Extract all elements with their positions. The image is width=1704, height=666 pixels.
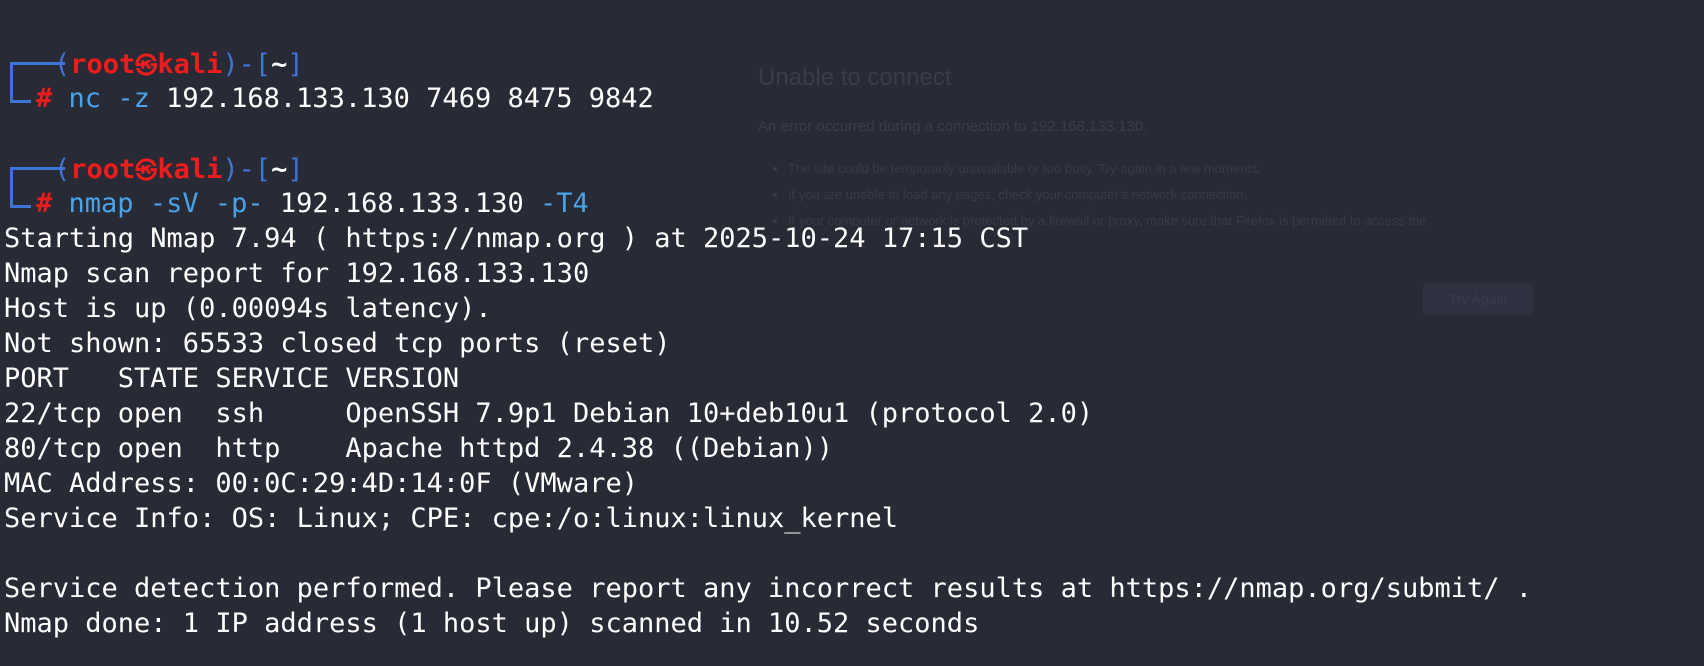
prompt-close: )-[ <box>222 49 272 80</box>
prompt-end: ] <box>287 154 304 185</box>
prompt-open-paren: ( <box>54 154 71 185</box>
command-flags: -sV -p- <box>149 188 264 219</box>
prompt-open-paren: ( <box>54 49 71 80</box>
output-line: PORT STATE SERVICE VERSION <box>4 363 460 394</box>
output-line: Starting Nmap 7.94 ( https://nmap.org ) … <box>4 223 1029 254</box>
ghost-bullet: If you are unable to load any pages, che… <box>788 182 1426 208</box>
output-line: 80/tcp open http Apache httpd 2.4.38 ((D… <box>4 433 834 464</box>
terminal-window[interactable]: Unable to connect An error occurred duri… <box>0 0 1704 666</box>
ghost-title: Unable to connect <box>758 64 952 91</box>
prompt-line-2: (root㉿kali)-[~] <box>54 152 304 187</box>
command-flags: -z <box>117 83 150 114</box>
command-tail-flag: -T4 <box>540 188 589 219</box>
prompt-host: kali <box>157 49 223 80</box>
output-line: Service Info: OS: Linux; CPE: cpe:/o:lin… <box>4 503 899 534</box>
output-line: Host is up (0.00094s latency). <box>4 293 492 324</box>
skull-icon: ㉿ <box>135 54 158 79</box>
prompt-dir: ~ <box>271 154 288 185</box>
prompt-user: root <box>70 154 136 185</box>
command-args: 192.168.133.130 <box>279 188 524 219</box>
output-line: Service detection performed. Please repo… <box>4 573 1533 604</box>
ghost-error-page: Unable to connect An error occurred duri… <box>758 60 1578 340</box>
prompt-corner-bottom <box>10 62 31 103</box>
prompt-close: )-[ <box>222 154 272 185</box>
prompt-end: ] <box>287 49 304 80</box>
ghost-try-again-button: Try Again <box>1423 283 1533 315</box>
prompt-corner-bottom <box>10 167 31 208</box>
prompt-line-1: (root㉿kali)-[~] <box>54 47 304 82</box>
skull-icon: ㉿ <box>135 159 158 184</box>
ghost-bullet: The site could be temporarily unavailabl… <box>788 156 1426 182</box>
command-line-1[interactable]: # nc -z 192.168.133.130 7469 8475 9842 <box>36 81 654 116</box>
output-line: Not shown: 65533 closed tcp ports (reset… <box>4 328 671 359</box>
output-line: Nmap done: 1 IP address (1 host up) scan… <box>4 608 980 639</box>
output-line: 22/tcp open ssh OpenSSH 7.9p1 Debian 10+… <box>4 398 1094 429</box>
prompt-hash: # <box>36 188 53 219</box>
output-line: MAC Address: 00:0C:29:4D:14:0F (VMware) <box>4 468 638 499</box>
prompt-host: kali <box>157 154 223 185</box>
prompt-dir: ~ <box>271 49 288 80</box>
prompt-user: root <box>70 49 136 80</box>
command-name: nmap <box>68 188 134 219</box>
command-name: nc <box>68 83 102 114</box>
ghost-description: An error occurred during a connection to… <box>758 118 1148 135</box>
output-line: Nmap scan report for 192.168.133.130 <box>4 258 590 289</box>
command-line-2[interactable]: # nmap -sV -p- 192.168.133.130 -T4 <box>36 186 589 221</box>
prompt-hash: # <box>36 83 53 114</box>
command-args: 192.168.133.130 7469 8475 9842 <box>166 83 654 114</box>
